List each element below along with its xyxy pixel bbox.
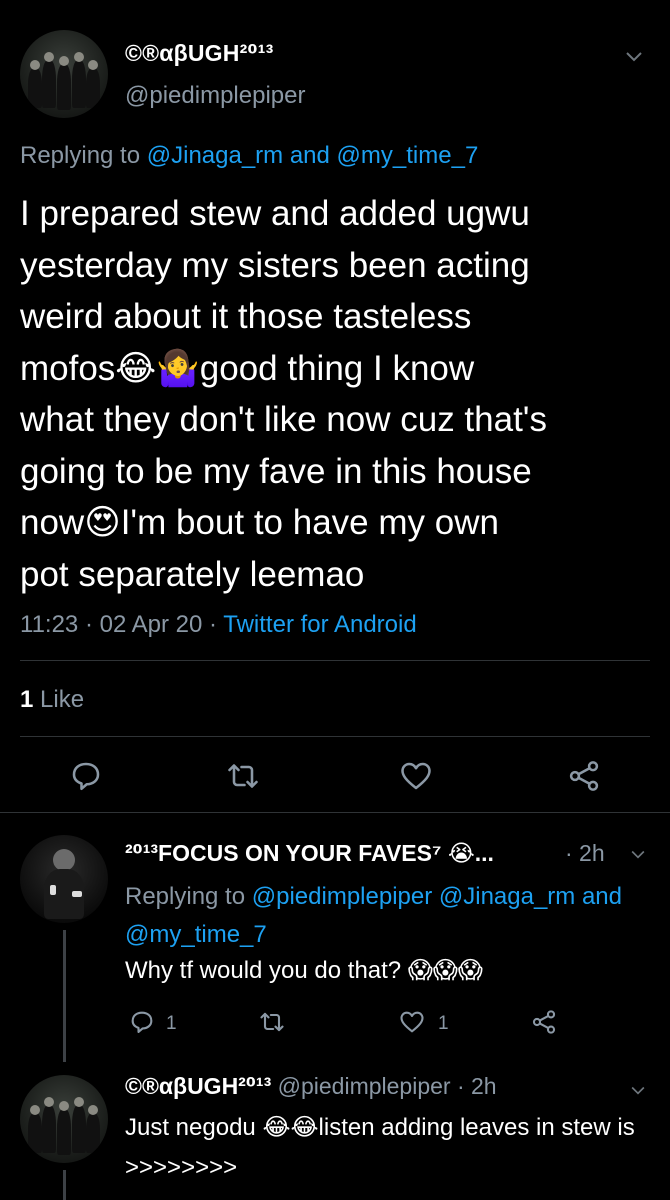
share-icon[interactable] [566,758,602,794]
heart-icon[interactable] [398,1008,426,1036]
retweet-icon[interactable] [258,1008,286,1036]
likes-label: Like [40,686,85,713]
tweet-time[interactable]: 11:23 [20,611,78,638]
tweet-text-line: mofos😂🤷‍♀️good thing I know [20,348,475,388]
tweet-text-line: I prepared stew and added ugwu [20,194,530,233]
retweet-icon[interactable] [225,758,261,794]
tweet-text: I prepared stew and added ugwu yesterday… [20,188,650,600]
tweet-text: Why tf would you do that? 😱😱😱 [125,957,483,984]
chevron-down-icon[interactable] [622,44,646,68]
likes-number: 1 [20,686,34,713]
divider [0,812,670,813]
user-handle[interactable]: @piedimplepiper [125,82,305,110]
tweet-source[interactable]: Twitter for Android [223,611,416,638]
like-count: 1 [438,1013,449,1034]
tweet-text-line: what they don't like now cuz that's [20,400,547,439]
replying-to: Replying to @Jinaga_rm and @my_time_7 [20,142,478,170]
tweet-text-line: now😍I'm bout to have my own [20,503,499,542]
heart-icon[interactable] [398,758,434,794]
avatar[interactable] [20,30,108,118]
tweet-text-line: going to be my fave in this house [20,451,532,491]
replying-prefix: Replying to [125,883,246,910]
tweet-text-line: yesterday my sisters been acting [20,245,530,285]
divider [20,660,650,661]
thread-line [63,1170,66,1200]
avatar[interactable] [20,1075,108,1163]
chevron-down-icon[interactable] [628,844,648,864]
likes-count[interactable]: 1 Like [20,686,84,714]
tweet-meta: 11:23 · 02 Apr 20 · Twitter for Android [20,611,417,638]
divider [20,736,650,737]
display-name[interactable]: ©®αβUGH²⁰¹³ [125,1073,271,1099]
display-name[interactable]: ²⁰¹³FOCUS ON YOUR FAVES⁷ 😭... [125,840,494,867]
display-name[interactable]: ©®αβUGH²⁰¹³ [125,40,273,67]
replying-prefix: Replying to [20,142,141,169]
tweet-time[interactable]: · 2h [457,1073,497,1099]
reply-icon[interactable] [128,1008,156,1036]
user-handle[interactable]: @piedimplepiper [278,1073,451,1099]
avatar[interactable] [20,835,108,923]
replying-to: Replying to @piedimplepiper @Jinaga_rm a… [125,878,655,954]
reply-icon[interactable] [68,758,104,794]
reply-count: 1 [166,1013,177,1034]
tweet-date[interactable]: 02 Apr 20 [100,611,203,638]
replying-mentions[interactable]: @Jinaga_rm and @my_time_7 [147,142,479,169]
tweet-text-line: weird about it those tasteless [20,297,472,336]
tweet-text-line: pot separately leemao [20,554,365,594]
thread-line [63,930,66,1062]
chevron-down-icon[interactable] [628,1080,648,1100]
tweet-header: ©®αβUGH²⁰¹³ @piedimplepiper · 2h [125,1073,497,1100]
share-icon[interactable] [530,1008,558,1036]
tweet-text: Just negodu 😂😂listen adding leaves in st… [125,1114,635,1181]
tweet-time[interactable]: · 2h [565,840,605,867]
